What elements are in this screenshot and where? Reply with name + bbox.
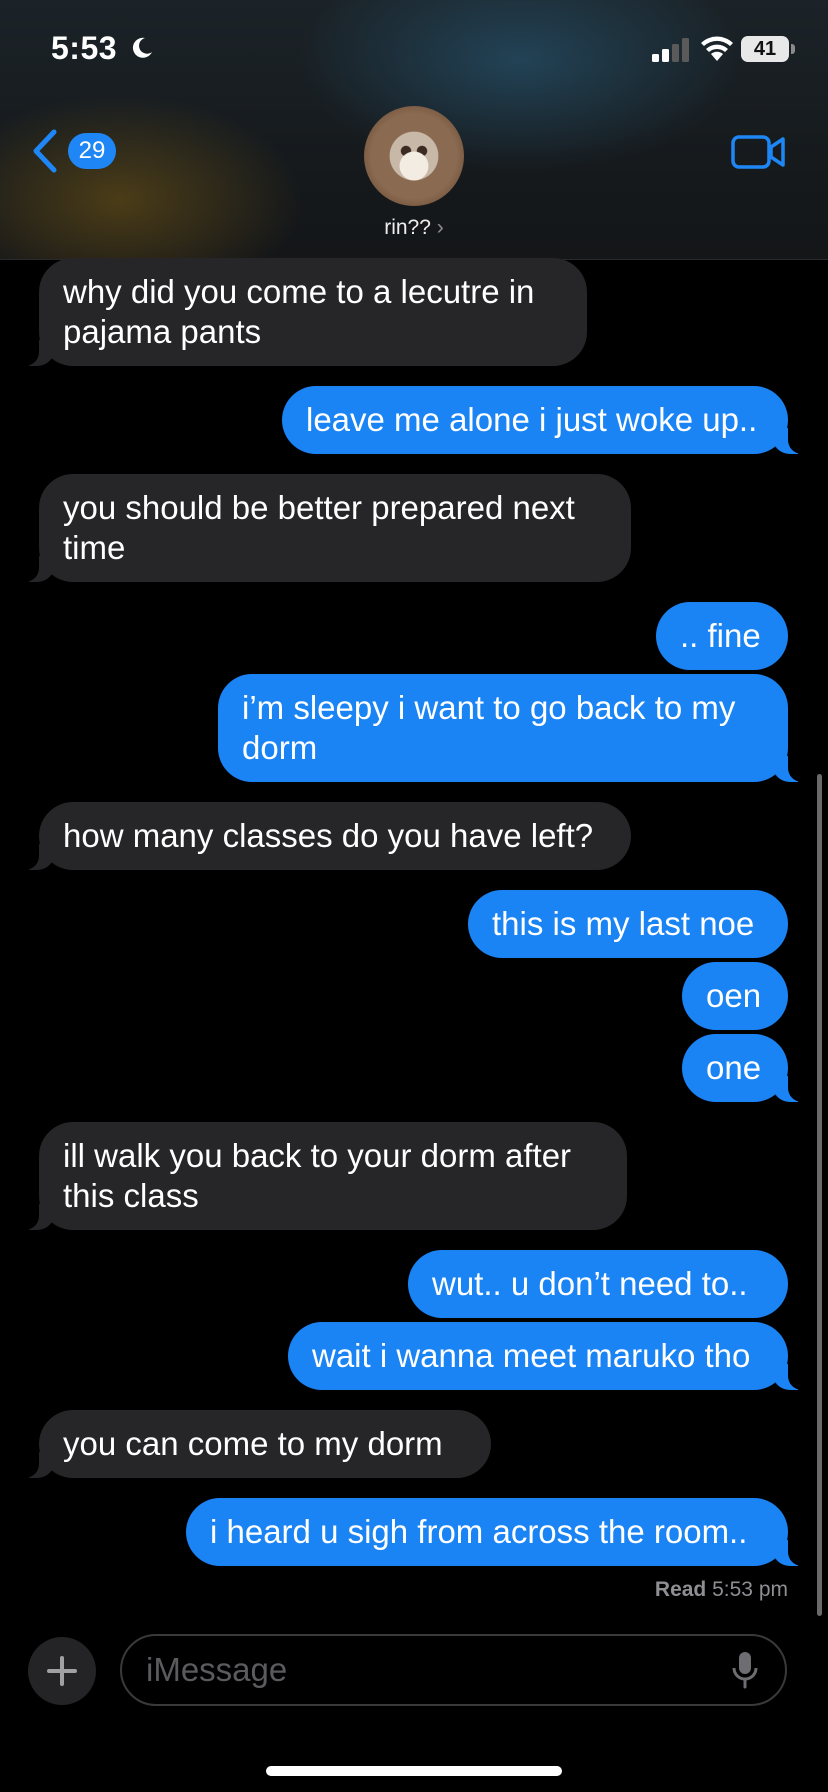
message-bubble-outgoing[interactable]: .. fine (656, 602, 788, 670)
message-bubble-outgoing[interactable]: wut.. u don’t need to.. (408, 1250, 788, 1318)
message-bubble-outgoing[interactable]: i heard u sigh from across the room.. (186, 1498, 812, 1566)
battery-icon: 41 (741, 36, 789, 62)
chevron-right-icon: › (436, 216, 444, 239)
message-bubble-outgoing[interactable]: leave me alone i just woke up.. (282, 386, 812, 454)
imessage-input[interactable]: iMessage (120, 1634, 787, 1706)
contact-name-button[interactable]: rin?? › (300, 216, 528, 240)
video-camera-icon[interactable] (731, 134, 786, 170)
conversation-header: 5:53 41 29 rin?? › (0, 0, 828, 260)
imessage-placeholder: iMessage (146, 1651, 288, 1688)
battery-tip (791, 44, 795, 54)
plus-icon (47, 1656, 77, 1686)
signal-icon (652, 38, 689, 62)
contact-avatar[interactable] (364, 106, 464, 206)
message-bubble-incoming[interactable]: ill walk you back to your dorm after thi… (15, 1122, 627, 1230)
read-time: 5:53 pm (712, 1578, 788, 1601)
message-bubble-outgoing[interactable]: i’m sleepy i want to go back to my dorm (218, 674, 812, 782)
back-chevron-icon[interactable] (30, 128, 60, 174)
message-bubble-incoming[interactable]: why did you come to a lecutre in pajama … (15, 258, 587, 366)
unread-count-badge[interactable]: 29 (68, 133, 116, 169)
message-bubble-outgoing[interactable]: oen (682, 962, 788, 1030)
message-bubble-incoming[interactable]: how many classes do you have left? (15, 802, 631, 870)
scrollbar[interactable] (817, 774, 822, 1616)
status-time: 5:53 (51, 30, 118, 66)
message-bubble-outgoing[interactable]: this is my last noe (468, 890, 788, 958)
microphone-icon[interactable] (730, 1650, 760, 1690)
apps-plus-button[interactable] (28, 1637, 96, 1705)
contact-name: rin?? (384, 216, 431, 239)
message-bubble-outgoing[interactable]: one (682, 1034, 812, 1102)
read-receipt: Read 5:53 pm (655, 1578, 788, 1602)
wifi-icon (701, 36, 733, 61)
battery-level: 41 (753, 38, 777, 60)
home-indicator[interactable] (266, 1766, 562, 1776)
moon-icon (132, 37, 152, 58)
read-label: Read (654, 1578, 707, 1601)
message-bubble-incoming[interactable]: you should be better prepared next time (15, 474, 631, 582)
message-bubble-incoming[interactable]: you can come to my dorm (15, 1410, 491, 1478)
message-bubble-outgoing[interactable]: wait i wanna meet maruko tho (288, 1322, 812, 1390)
